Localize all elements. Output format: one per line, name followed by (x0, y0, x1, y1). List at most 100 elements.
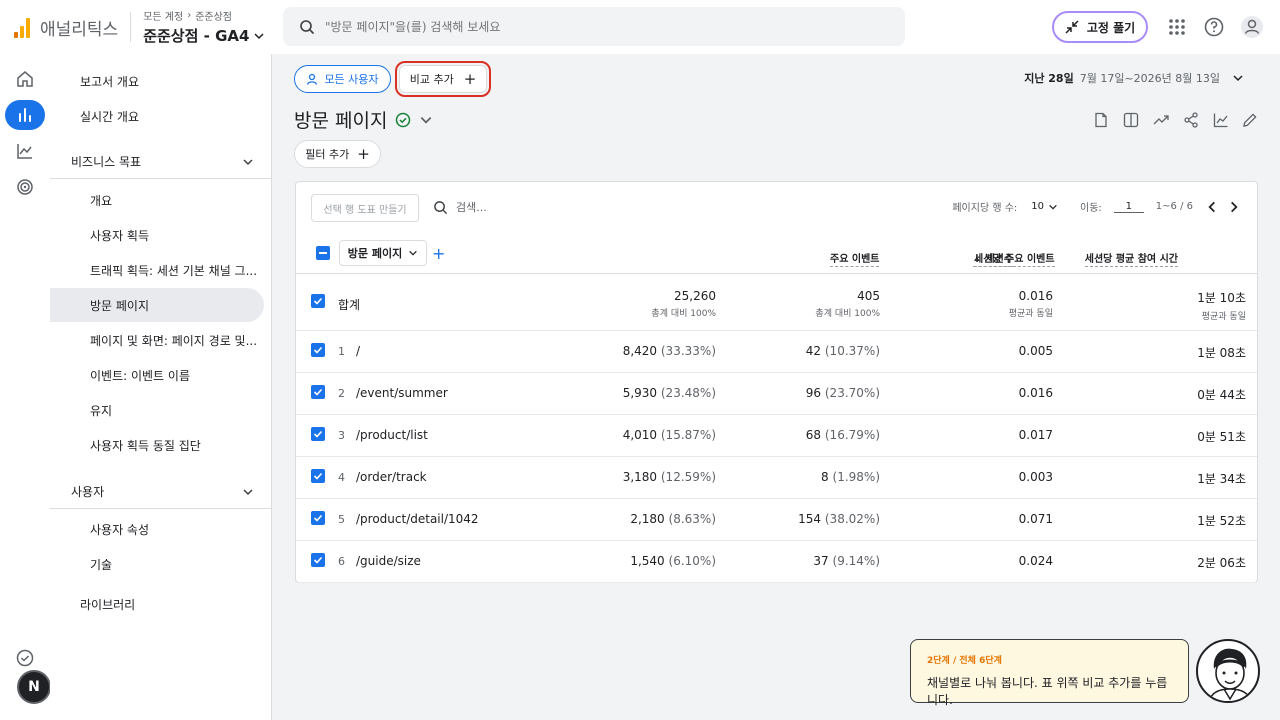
rows-per-page-select[interactable]: 10 (1031, 201, 1044, 212)
report-table-card: 선택 행 도표 만들기 검색... 페이지당 행 수: 10 이동: 1~6 /… (295, 181, 1258, 583)
mascot-avatar-icon[interactable] (1196, 639, 1260, 703)
home-icon[interactable] (5, 64, 45, 94)
nav-item-traffic-acquisition[interactable]: 트래픽 획득: 세션 기본 채널 그... (50, 253, 264, 287)
col-header-events[interactable]: 주요 이벤트 (830, 250, 880, 267)
chevron-down-icon[interactable] (419, 113, 433, 127)
table-row[interactable]: 3/product/list 4,010 (15.87%) 68 (16.79%) 0… (296, 415, 1257, 457)
nav-realtime-overview[interactable]: 실시간 개요 (50, 99, 264, 133)
value: 37 (813, 554, 829, 568)
nav-report-overview[interactable]: 보고서 개요 (50, 64, 264, 98)
help-icon[interactable] (1202, 15, 1226, 39)
page-title: 방문 페이지 (294, 106, 433, 133)
add-compare-button[interactable]: 비교 추가 + (395, 61, 491, 97)
percent: (9.14%) (832, 554, 880, 568)
nav-item-pages-screens[interactable]: 페이지 및 화면: 페이지 경로 및... (50, 323, 264, 357)
property-name[interactable]: 준준상점 - GA4 (143, 25, 265, 46)
row-index: 5 (338, 513, 345, 526)
nav-group-business-goals[interactable]: 비즈니스 목표 (50, 145, 272, 179)
unpin-button[interactable]: 고정 풀기 (1052, 11, 1148, 43)
crumb-account: 모든 계정 (143, 12, 184, 23)
nav-group-users[interactable]: 사용자 (50, 475, 272, 509)
user-avatar[interactable]: N (17, 670, 51, 704)
add-filter-button[interactable]: 필터 추가 + (294, 140, 381, 168)
page-input[interactable] (1113, 200, 1144, 213)
table-row[interactable]: 1 / 8,420 (33.33%) 42 (10.37%) 0.005 1분 08초 (296, 331, 1257, 373)
all-users-chip[interactable]: 모든 사용자 (294, 65, 391, 93)
add-dimension-icon[interactable]: + (432, 244, 445, 263)
nav-item-cohort[interactable]: 사용자 획득 동질 집단 (50, 428, 264, 462)
check-circle-icon[interactable] (5, 643, 45, 673)
row-path[interactable]: /product/list (356, 428, 428, 442)
row-checkbox[interactable] (311, 553, 325, 567)
nav-item-user-attributes[interactable]: 사용자 속성 (50, 512, 264, 546)
chevron-down-icon (254, 32, 264, 39)
app-title[interactable]: 애널리틱스 (40, 15, 118, 40)
table-row[interactable]: 4/order/track 3,180 (12.59%) 8 (1.98%) 0.00… (296, 457, 1257, 499)
row-path[interactable]: /event/summer (356, 386, 448, 400)
account-selector[interactable]: 모든 계정 › 준준상점 준준상점 - GA4 (143, 8, 265, 46)
table-row[interactable]: 6/guide/size 1,540 (6.10%) 37 (9.14%) 0.024… (296, 541, 1257, 583)
search-bar[interactable] (283, 7, 905, 46)
chevron-right-icon: › (187, 10, 192, 21)
row-path[interactable]: /order/track (356, 470, 427, 484)
row-checkbox[interactable] (311, 343, 325, 357)
percent: (12.59%) (660, 470, 716, 484)
row-avg-time: 0분 44초 (1197, 388, 1246, 402)
subvalue: 평균과 동일 (1201, 312, 1246, 322)
percent: (1.98%) (832, 470, 880, 484)
percent: (33.33%) (660, 344, 716, 358)
row-checkbox[interactable] (311, 469, 325, 483)
col-header-avg-time[interactable]: 세션당 평균 참여 시간 (1084, 250, 1178, 267)
table-search[interactable]: 검색... (433, 199, 487, 215)
date-range-picker[interactable]: 지난 28일 7월 17일~2026년 8월 13일 (1024, 70, 1244, 86)
row-checkbox[interactable] (311, 385, 325, 399)
search-input[interactable] (325, 19, 845, 34)
account-avatar-icon[interactable] (1240, 15, 1264, 39)
select-all-checkbox[interactable] (316, 246, 330, 260)
chart-icon[interactable] (1211, 110, 1231, 130)
row-checkbox[interactable] (311, 427, 325, 441)
document-icon[interactable] (1091, 110, 1111, 130)
make-chart-button[interactable]: 선택 행 도표 만들기 (311, 194, 419, 222)
table-row-total: 합계 25,260 총계 대비 100% 405 총계 대비 100% 0.01… (296, 275, 1257, 331)
crumb-property: 준준상점 (195, 12, 232, 23)
nav-item-events[interactable]: 이벤트: 이벤트 이름 (50, 358, 264, 392)
insights-icon[interactable] (1151, 110, 1171, 130)
all-users-label: 모든 사용자 (324, 73, 379, 86)
chevron-down-icon[interactable] (1048, 202, 1058, 212)
row-events: 154 (38.02%) (798, 512, 880, 526)
explore-icon[interactable] (5, 136, 45, 166)
share-icon[interactable] (1181, 110, 1201, 130)
dimension-select[interactable]: 방문 페이지 (339, 240, 427, 266)
nav-item-retention[interactable]: 유지 (50, 393, 264, 427)
value: 96 (805, 386, 822, 400)
reports-icon[interactable] (5, 100, 45, 130)
row-sessions: 5,930 (23.48%) (623, 386, 716, 400)
chevron-right-icon[interactable] (1227, 200, 1241, 214)
nav-item-landing-page[interactable]: 방문 페이지 (50, 288, 264, 322)
apps-grid-icon[interactable] (1165, 15, 1189, 39)
edit-pencil-icon[interactable] (1240, 110, 1260, 130)
row-path[interactable]: / (356, 344, 360, 358)
row-path[interactable]: /guide/size (356, 554, 421, 568)
advertising-icon[interactable] (5, 172, 45, 202)
nav-library[interactable]: 라이브러리 (50, 587, 264, 621)
table-row[interactable]: 5/product/detail/1042 2,180 (8.63%) 154 (3… (296, 499, 1257, 541)
col-header-events-per-session[interactable]: 세션당 주요 이벤트 (974, 250, 1055, 267)
nav-item-tech[interactable]: 기술 (50, 547, 264, 581)
nav-item-user-acquisition[interactable]: 사용자 획득 (50, 218, 264, 252)
table-row[interactable]: 2/event/summer 5,930 (23.48%) 96 (23.70%) 0… (296, 373, 1257, 415)
row-checkbox[interactable] (311, 511, 325, 525)
nav-item-overview[interactable]: 개요 (50, 183, 264, 217)
total-events-per-session: 0.016 평균과 동일 (1009, 289, 1053, 319)
report-nav: 보고서 개요 실시간 개요 비즈니스 목표 개요 사용자 획득 트래픽 획득: … (50, 54, 272, 720)
total-sessions: 25,260 총계 대비 100% (651, 289, 716, 319)
row-events-per-session: 0.071 (1018, 512, 1053, 526)
compare-view-icon[interactable] (1121, 110, 1141, 130)
analytics-logo-icon[interactable] (14, 16, 32, 38)
chevron-left-icon[interactable] (1205, 200, 1219, 214)
value: 4,010 (622, 428, 658, 442)
row-path[interactable]: /product/detail/1042 (356, 512, 479, 526)
percent: (23.48%) (660, 386, 716, 400)
row-checkbox[interactable] (311, 294, 325, 308)
